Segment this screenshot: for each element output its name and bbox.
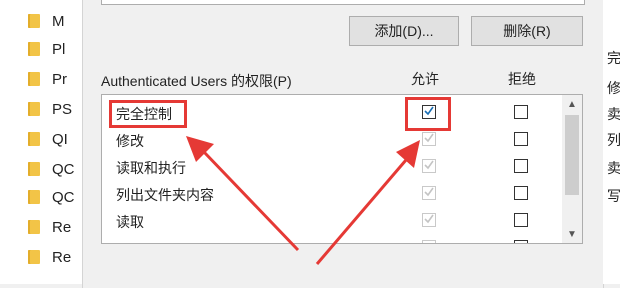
arrow-to-allow-checkbox xyxy=(315,140,420,265)
arrow-to-full-control xyxy=(186,136,300,252)
annotation-arrows xyxy=(186,136,420,265)
